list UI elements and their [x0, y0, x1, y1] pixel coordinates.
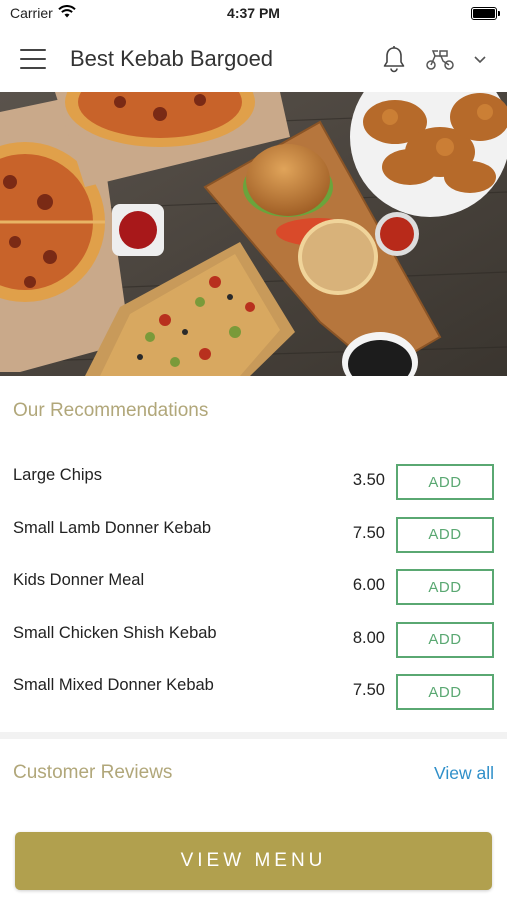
wifi-icon [58, 5, 76, 21]
section-divider [0, 732, 507, 739]
menu-icon[interactable] [20, 49, 46, 69]
item-price: 8.00 [352, 628, 385, 647]
item-name: Small Mixed Donner Kebab [13, 676, 214, 694]
item-price: 3.50 [352, 471, 385, 489]
item-name: Large Chips [13, 466, 102, 484]
recommendations-title: Our Recommendations [13, 400, 209, 421]
reviews-title: Customer Reviews [13, 762, 173, 783]
item-price: 7.50 [352, 523, 385, 542]
page-title: Best Kebab Bargoed [70, 46, 274, 71]
status-time: 4:37 PM [227, 5, 280, 21]
add-button[interactable]: ADD [396, 464, 494, 500]
recommendations-list: Large Chips 3.50 ADD Small Lamb Donner K… [0, 456, 507, 719]
add-button[interactable]: ADD [396, 516, 494, 553]
item-price: 7.50 [352, 681, 385, 699]
view-all-link[interactable]: View all [434, 763, 494, 784]
add-button[interactable]: ADD [396, 621, 494, 658]
list-item: Large Chips 3.50 ADD [0, 456, 507, 509]
nav-bar: Best Kebab Bargoed [0, 26, 507, 92]
nav-actions [381, 45, 487, 73]
battery-icon [471, 6, 500, 20]
list-item: Small Mixed Donner Kebab 7.50 ADD [0, 666, 507, 719]
add-button[interactable]: ADD [396, 674, 494, 710]
list-item: Small Chicken Shish Kebab 8.00 ADD [0, 614, 507, 667]
item-name: Small Lamb Donner Kebab [13, 518, 212, 537]
item-price: 6.00 [352, 576, 385, 594]
scooter-icon[interactable] [425, 47, 455, 71]
status-left: Carrier [10, 5, 76, 21]
list-item: Kids Donner Meal 6.00 ADD [0, 561, 507, 614]
chevron-down-icon[interactable] [473, 54, 487, 64]
list-item: Small Lamb Donner Kebab 7.50 ADD [0, 509, 507, 562]
carrier-label: Carrier [10, 5, 53, 21]
hero-food-image [0, 92, 507, 376]
view-menu-button[interactable]: VIEW MENU [15, 832, 492, 890]
item-name: Kids Donner Meal [13, 571, 145, 589]
bell-icon[interactable] [381, 45, 407, 73]
item-name: Small Chicken Shish Kebab [13, 623, 217, 642]
status-bar: Carrier 4:37 PM [0, 0, 507, 26]
add-button[interactable]: ADD [396, 569, 494, 605]
